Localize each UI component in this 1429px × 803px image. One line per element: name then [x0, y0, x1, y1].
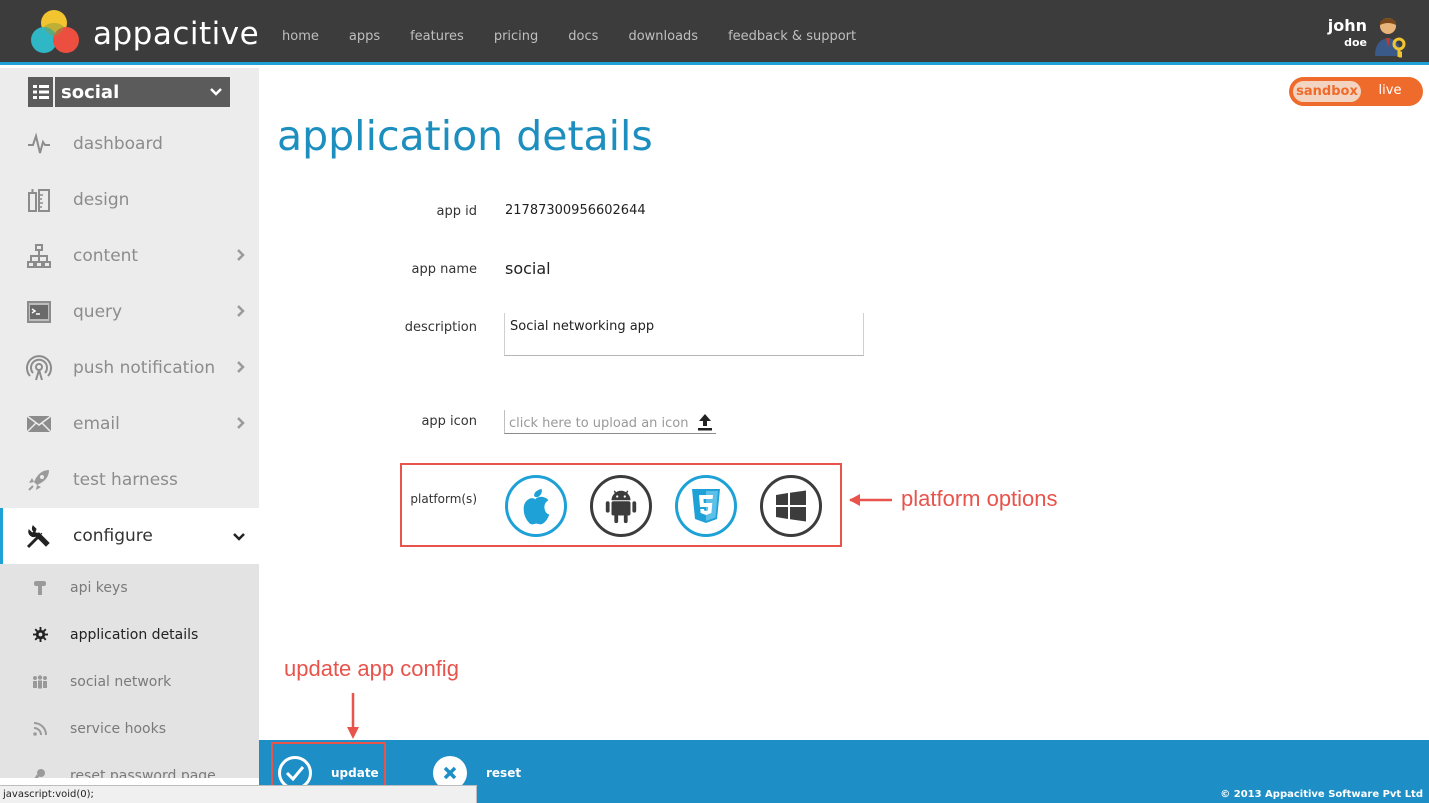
terminal-icon — [26, 299, 52, 325]
sidebar-subitem-service-hooks[interactable]: service hooks — [0, 705, 259, 752]
upload-icon[interactable] — [696, 413, 714, 431]
top-navbar: appacitive home apps features pricing do… — [0, 0, 1429, 65]
sidebar-subitem-label: reset password page — [70, 767, 216, 779]
user-avatar-icon[interactable] — [1373, 16, 1407, 58]
sidebar-subitem-api-keys[interactable]: api keys — [0, 564, 259, 611]
app-icon-upload-field[interactable]: click here to upload an icon — [504, 410, 716, 434]
app-id-label: app id — [436, 204, 477, 219]
app-id-value: 21787300956602644 — [505, 203, 646, 218]
env-sandbox-option[interactable]: sandbox — [1293, 81, 1361, 102]
sidebar-item-dashboard[interactable]: dashboard — [0, 116, 259, 172]
platform-html5-button[interactable] — [675, 475, 737, 537]
sidebar-item-configure[interactable]: configure — [0, 508, 259, 564]
chevron-right-icon — [237, 417, 245, 429]
sidebar-item-label: dashboard — [73, 134, 163, 154]
nav-feedback-support[interactable]: feedback & support — [728, 29, 856, 44]
nav-docs[interactable]: docs — [568, 29, 598, 44]
description-field[interactable]: Social networking app — [504, 313, 864, 356]
configure-submenu: api keys application details social netw… — [0, 564, 259, 778]
sidebar-item-label: query — [73, 302, 123, 322]
platform-options-callout: platform options — [901, 486, 1058, 511]
sidebar-item-label: push notification — [73, 358, 216, 378]
nav-apps[interactable]: apps — [349, 29, 380, 44]
environment-toggle[interactable]: sandbox live — [1289, 77, 1423, 106]
arrow-left-icon — [849, 494, 892, 506]
html5-icon — [692, 489, 720, 523]
tools-icon — [26, 523, 52, 549]
app-selector-label: social — [61, 81, 120, 103]
gear-icon — [32, 627, 48, 643]
sidebar-item-label: test harness — [73, 470, 178, 490]
description-label: description — [404, 320, 477, 335]
key-icon — [32, 768, 48, 778]
sidebar-item-query[interactable]: query — [0, 284, 259, 340]
envelope-icon — [26, 411, 52, 437]
sidebar-item-label: content — [73, 246, 139, 266]
appacitive-logo-icon[interactable] — [30, 8, 86, 56]
update-button-label: update — [331, 766, 379, 780]
broadcast-icon — [26, 355, 52, 381]
pulse-icon — [26, 131, 52, 157]
arrow-down-icon — [347, 693, 359, 739]
nav-pricing[interactable]: pricing — [494, 29, 538, 44]
nav-features[interactable]: features — [410, 29, 464, 44]
reset-button-label: reset — [486, 766, 522, 780]
platform-ios-button[interactable] — [505, 475, 567, 537]
sidebar-subitem-reset-password-page[interactable]: reset password page — [0, 752, 259, 778]
sidebar-subitem-label: social network — [70, 673, 172, 690]
sidebar: social dashboard design content query pu… — [0, 68, 259, 778]
main-nav: home apps features pricing docs download… — [282, 29, 886, 44]
key-icon — [32, 580, 48, 596]
description-value: Social networking app — [510, 319, 655, 334]
sidebar-item-content[interactable]: content — [0, 228, 259, 284]
sidebar-item-label: email — [73, 414, 120, 434]
browser-status-bar: javascript:void(0); — [0, 785, 477, 803]
sidebar-subitem-application-details[interactable]: application details — [0, 611, 259, 658]
app-icon-placeholder: click here to upload an icon — [509, 416, 689, 431]
nav-downloads[interactable]: downloads — [628, 29, 698, 44]
sidebar-item-design[interactable]: design — [0, 172, 259, 228]
sidebar-subitem-social-network[interactable]: social network — [0, 658, 259, 705]
sidebar-subitem-label: service hooks — [70, 720, 167, 737]
chevron-right-icon — [237, 249, 245, 261]
sidebar-item-push-notification[interactable]: push notification — [0, 340, 259, 396]
rocket-icon — [26, 467, 52, 493]
windows-icon — [776, 490, 806, 522]
people-icon — [32, 674, 48, 690]
apple-icon — [523, 488, 550, 525]
platform-windows-button[interactable] — [760, 475, 822, 537]
update-config-callout: update app config — [284, 656, 459, 681]
chevron-down-icon — [210, 88, 222, 96]
android-icon — [605, 490, 637, 524]
sidebar-item-label: configure — [73, 526, 153, 546]
sidebar-item-test-harness[interactable]: test harness — [0, 452, 259, 508]
env-live-option[interactable]: live — [1370, 83, 1410, 98]
copyright-text: © 2013 Appacitive Software Pvt Ltd — [1220, 789, 1423, 800]
sidebar-item-email[interactable]: email — [0, 396, 259, 452]
app-icon-label: app icon — [421, 414, 477, 429]
user-last-name: doe — [1344, 36, 1367, 49]
hierarchy-icon — [26, 243, 52, 269]
sidebar-subitem-label: application details — [70, 626, 199, 643]
sidebar-subitem-label: api keys — [70, 579, 128, 596]
chevron-down-icon — [233, 533, 245, 541]
sidebar-item-label: design — [73, 190, 130, 210]
app-name-value: social — [505, 259, 551, 278]
platform-android-button[interactable] — [590, 475, 652, 537]
list-icon — [28, 77, 55, 107]
app-name-label: app name — [411, 262, 477, 277]
platforms-label: platform(s) — [410, 492, 477, 506]
nav-home[interactable]: home — [282, 29, 319, 44]
app-selector[interactable]: social — [28, 77, 230, 107]
user-first-name: john — [1327, 16, 1367, 35]
rss-icon — [32, 721, 48, 737]
page-title: application details — [277, 112, 653, 160]
chevron-right-icon — [237, 361, 245, 373]
user-menu[interactable]: john doe — [1327, 16, 1367, 49]
brand-name[interactable]: appacitive — [93, 16, 259, 52]
ruler-icon — [26, 187, 52, 213]
chevron-right-icon — [237, 305, 245, 317]
sidebar-menu: dashboard design content query push noti… — [0, 116, 259, 778]
